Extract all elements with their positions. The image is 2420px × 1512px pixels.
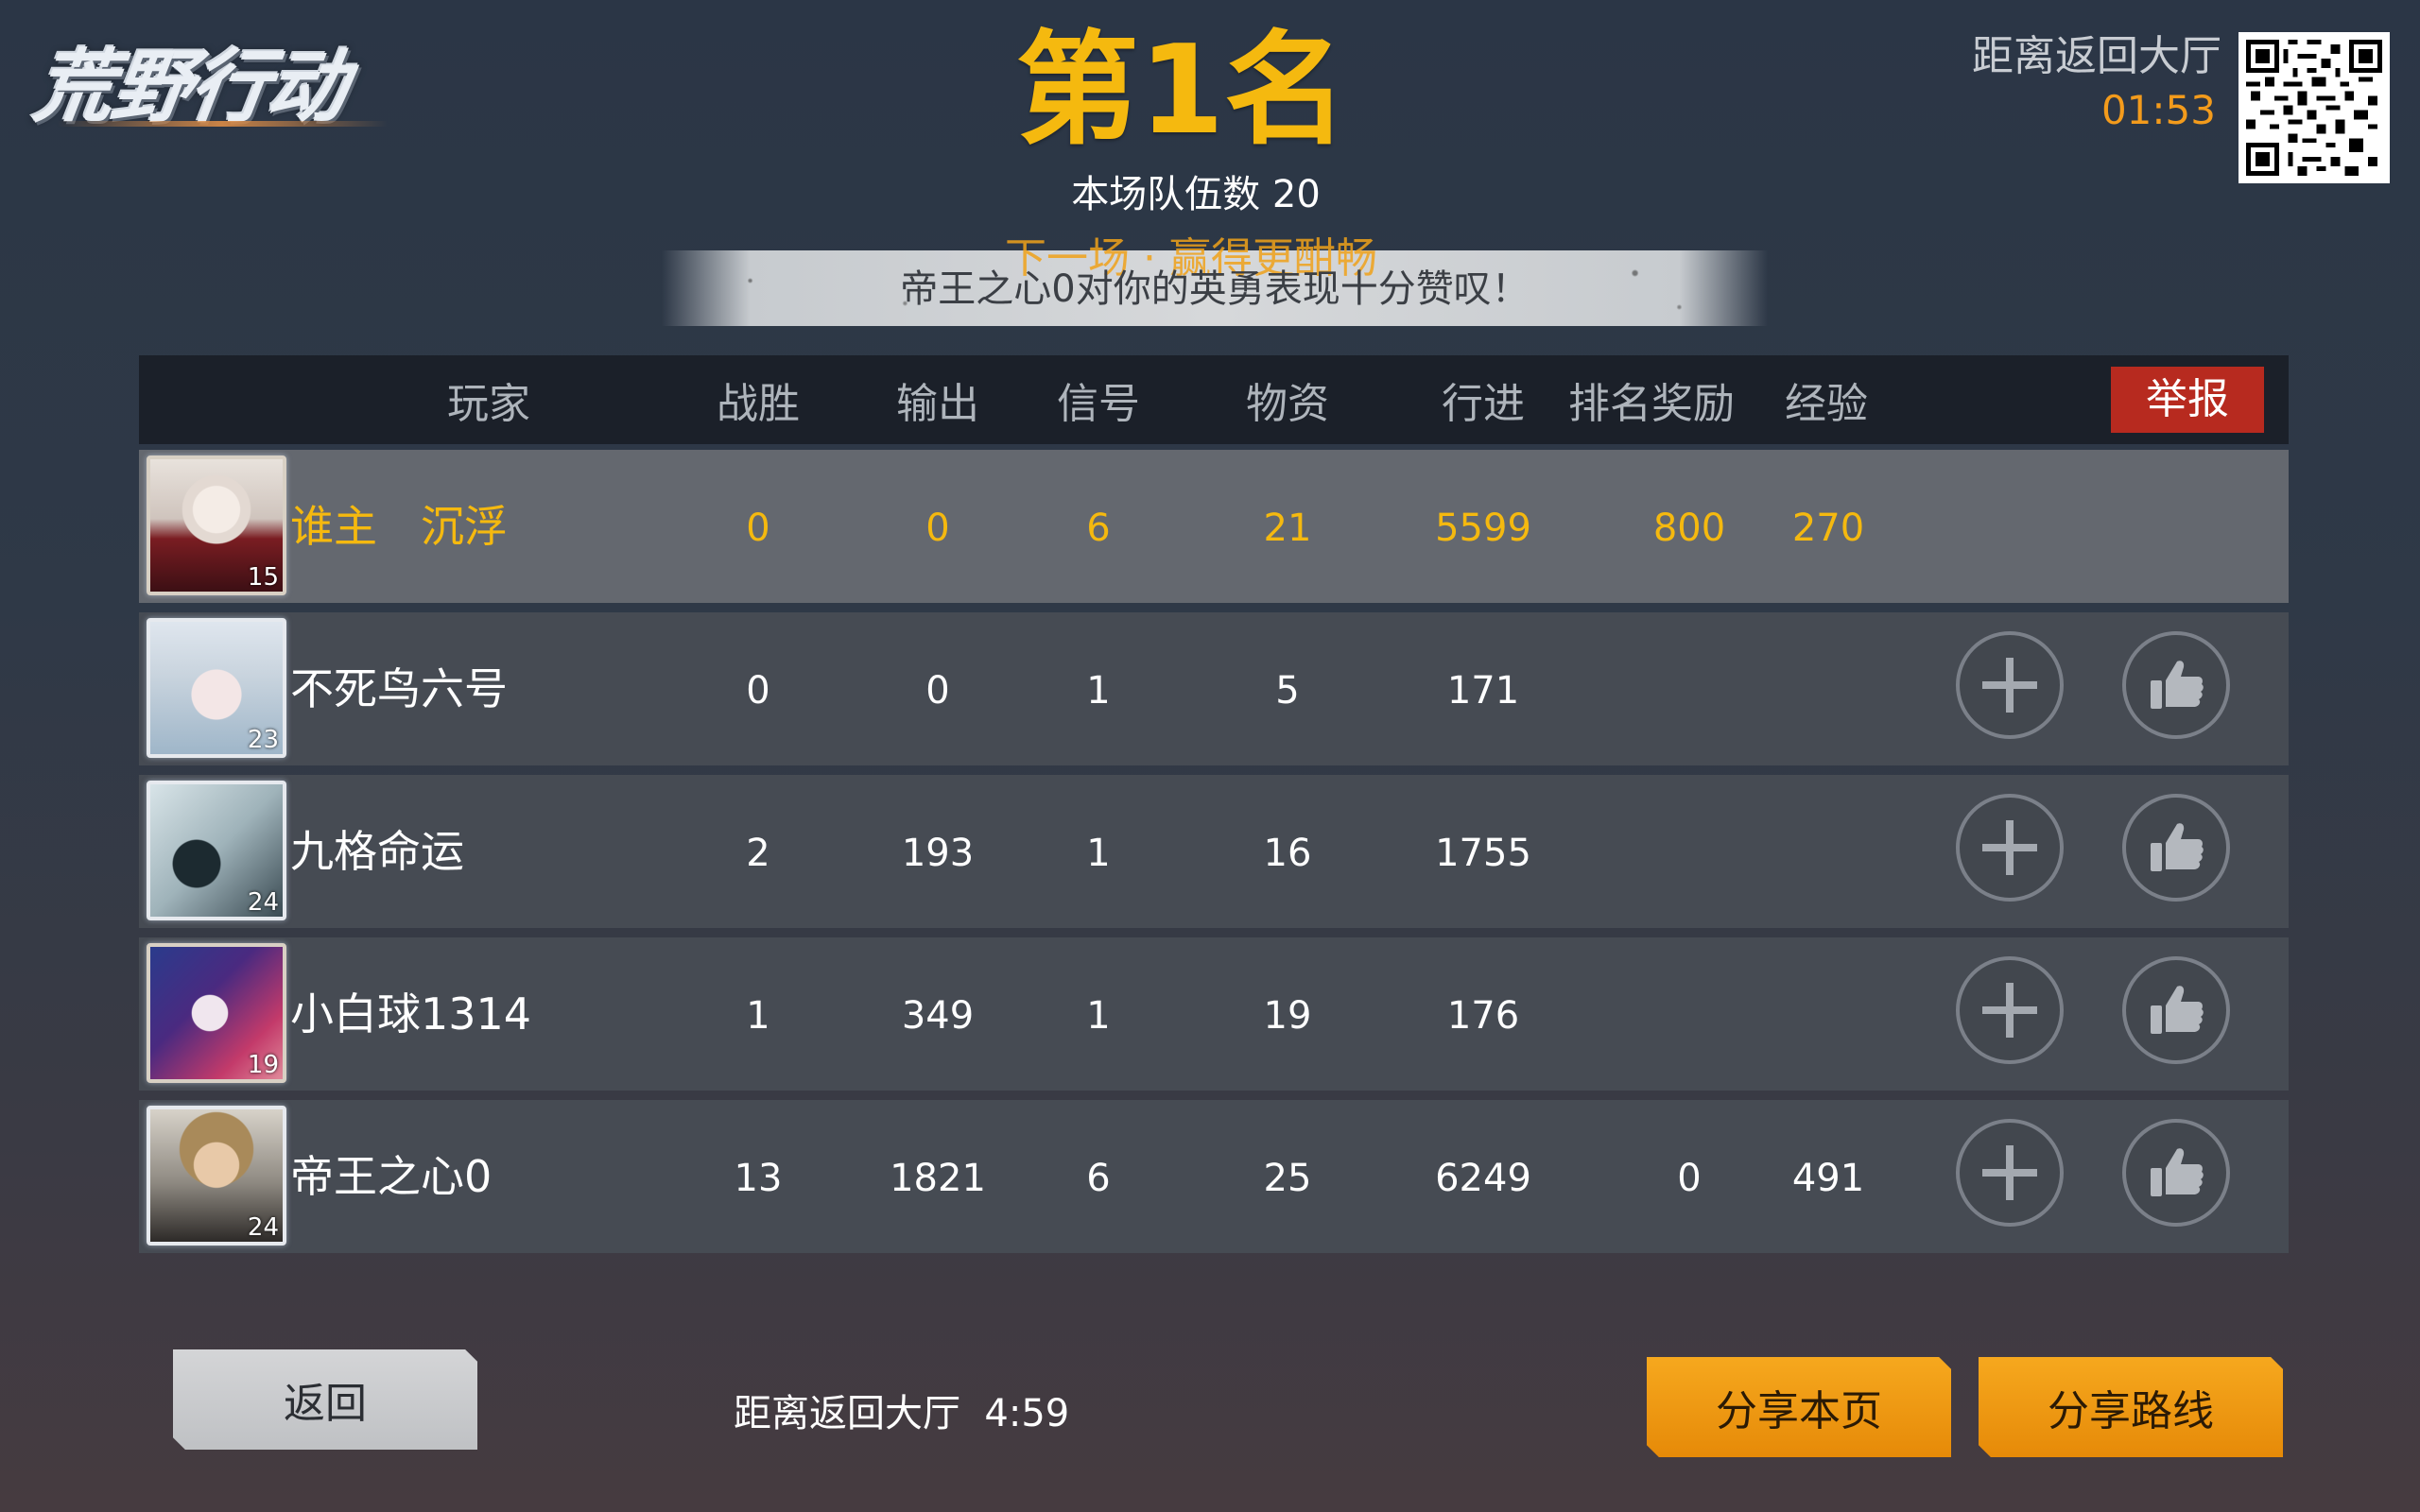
plus-icon: [1982, 820, 2037, 875]
add-friend-button[interactable]: [1956, 631, 2064, 739]
lobby-countdown: 距离返回大厅 4:59: [734, 1392, 1070, 1435]
report-button[interactable]: 举报: [2111, 367, 2264, 433]
game-logo: 荒野行动: [28, 40, 352, 133]
avatar[interactable]: 24: [147, 781, 286, 920]
stat-damage: 0: [925, 669, 950, 713]
thumbs-up-icon: [2151, 823, 2204, 871]
avatar[interactable]: 24: [147, 1106, 286, 1246]
stat-signal: 1: [1086, 669, 1111, 713]
stat-travel: 171: [1446, 669, 1520, 713]
team-count: 本场队伍数 20: [1071, 173, 1321, 216]
player-name: 谁主 沉浮: [290, 501, 508, 552]
stat-supplies: 21: [1263, 507, 1312, 550]
stat-wins: 2: [746, 832, 770, 875]
plus-icon: [1982, 983, 2037, 1038]
rank-title: 第1名: [1015, 18, 1348, 162]
logo-underline: [57, 121, 388, 127]
like-button[interactable]: [2122, 1119, 2230, 1227]
thumbs-up-icon: [2151, 986, 2204, 1034]
stat-supplies: 5: [1275, 669, 1300, 713]
stat-signal: 6: [1086, 1157, 1111, 1200]
like-button[interactable]: [2122, 631, 2230, 739]
table-row: 19 小白球1314 1 349 1 19 176: [139, 937, 2289, 1091]
stat-travel: 176: [1446, 994, 1520, 1038]
column-header-exp: 经验: [1785, 380, 1868, 428]
add-friend-button[interactable]: [1956, 794, 2064, 902]
like-button[interactable]: [2122, 956, 2230, 1064]
stat-signal: 1: [1086, 832, 1111, 875]
player-level: 23: [247, 726, 279, 754]
stat-wins: 1: [746, 994, 770, 1038]
column-header-rank-reward: 排名奖励: [1568, 380, 1735, 428]
stat-rank-reward: 800: [1652, 507, 1726, 550]
player-name: 不死鸟六号: [290, 663, 508, 714]
stat-supplies: 19: [1263, 994, 1312, 1038]
player-name: 帝王之心0: [290, 1151, 493, 1202]
plus-icon: [1982, 658, 2037, 713]
share-route-button[interactable]: 分享路线: [1979, 1357, 2283, 1457]
stat-supplies: 25: [1263, 1157, 1312, 1200]
table-row: 23 不死鸟六号 0 0 1 5 171: [139, 612, 2289, 765]
avatar[interactable]: 15: [147, 455, 286, 595]
stat-supplies: 16: [1263, 832, 1312, 875]
thumbs-up-icon: [2151, 661, 2204, 709]
stat-damage: 193: [901, 832, 975, 875]
player-level: 24: [247, 888, 279, 917]
stat-travel: 1755: [1435, 832, 1531, 875]
like-button[interactable]: [2122, 794, 2230, 902]
player-level: 15: [247, 563, 279, 592]
share-page-button[interactable]: 分享本页: [1647, 1357, 1951, 1457]
player-level: 19: [247, 1051, 279, 1079]
return-lobby-timer: 01:53: [2100, 87, 2216, 133]
back-button[interactable]: 返回: [173, 1349, 477, 1450]
stat-damage: 0: [925, 507, 950, 550]
stat-travel: 6249: [1435, 1157, 1531, 1200]
plus-icon: [1982, 1145, 2037, 1200]
stat-signal: 1: [1086, 994, 1111, 1038]
table-header: 玩家 战胜 输出 信号 物资 行进 排名奖励 经验 举报: [139, 355, 2289, 444]
avatar[interactable]: 19: [147, 943, 286, 1083]
stat-travel: 5599: [1435, 507, 1531, 550]
qr-code-icon[interactable]: [2238, 32, 2390, 183]
stat-signal: 6: [1086, 507, 1111, 550]
column-header-player: 玩家: [447, 380, 530, 428]
stat-exp: 270: [1791, 507, 1865, 550]
stat-damage: 349: [901, 994, 975, 1038]
stat-wins: 0: [746, 669, 770, 713]
add-friend-button[interactable]: [1956, 1119, 2064, 1227]
column-header-damage: 输出: [896, 380, 979, 428]
player-level: 24: [247, 1213, 279, 1242]
table-row: 24 帝王之心0 13 1821 6 25 6249 0 491: [139, 1100, 2289, 1253]
stat-damage: 1821: [890, 1157, 986, 1200]
player-name: 小白球1314: [290, 988, 532, 1040]
player-name: 九格命运: [290, 826, 464, 877]
table-row: 24 九格命运 2 193 1 16 1755: [139, 775, 2289, 928]
table-row-self: 15 谁主 沉浮 0 0 6 21 5599 800 270: [139, 450, 2289, 603]
column-header-wins: 战胜: [717, 380, 800, 428]
column-header-signal: 信号: [1057, 380, 1140, 428]
return-lobby-label: 距离返回大厅: [1972, 32, 2221, 80]
stat-wins: 13: [734, 1157, 783, 1200]
stat-exp: 491: [1791, 1157, 1865, 1200]
add-friend-button[interactable]: [1956, 956, 2064, 1064]
results-table: 玩家 战胜 输出 信号 物资 行进 排名奖励 经验 举报 15 谁主 沉浮 0 …: [139, 355, 2289, 1253]
stat-wins: 0: [746, 507, 770, 550]
avatar[interactable]: 23: [147, 618, 286, 758]
stat-rank-reward: 0: [1677, 1157, 1702, 1200]
praise-message: 帝王之心0对你的英勇表现十分赞叹！: [900, 267, 1530, 311]
thumbs-up-icon: [2151, 1148, 2204, 1196]
column-header-supplies: 物资: [1246, 380, 1329, 428]
